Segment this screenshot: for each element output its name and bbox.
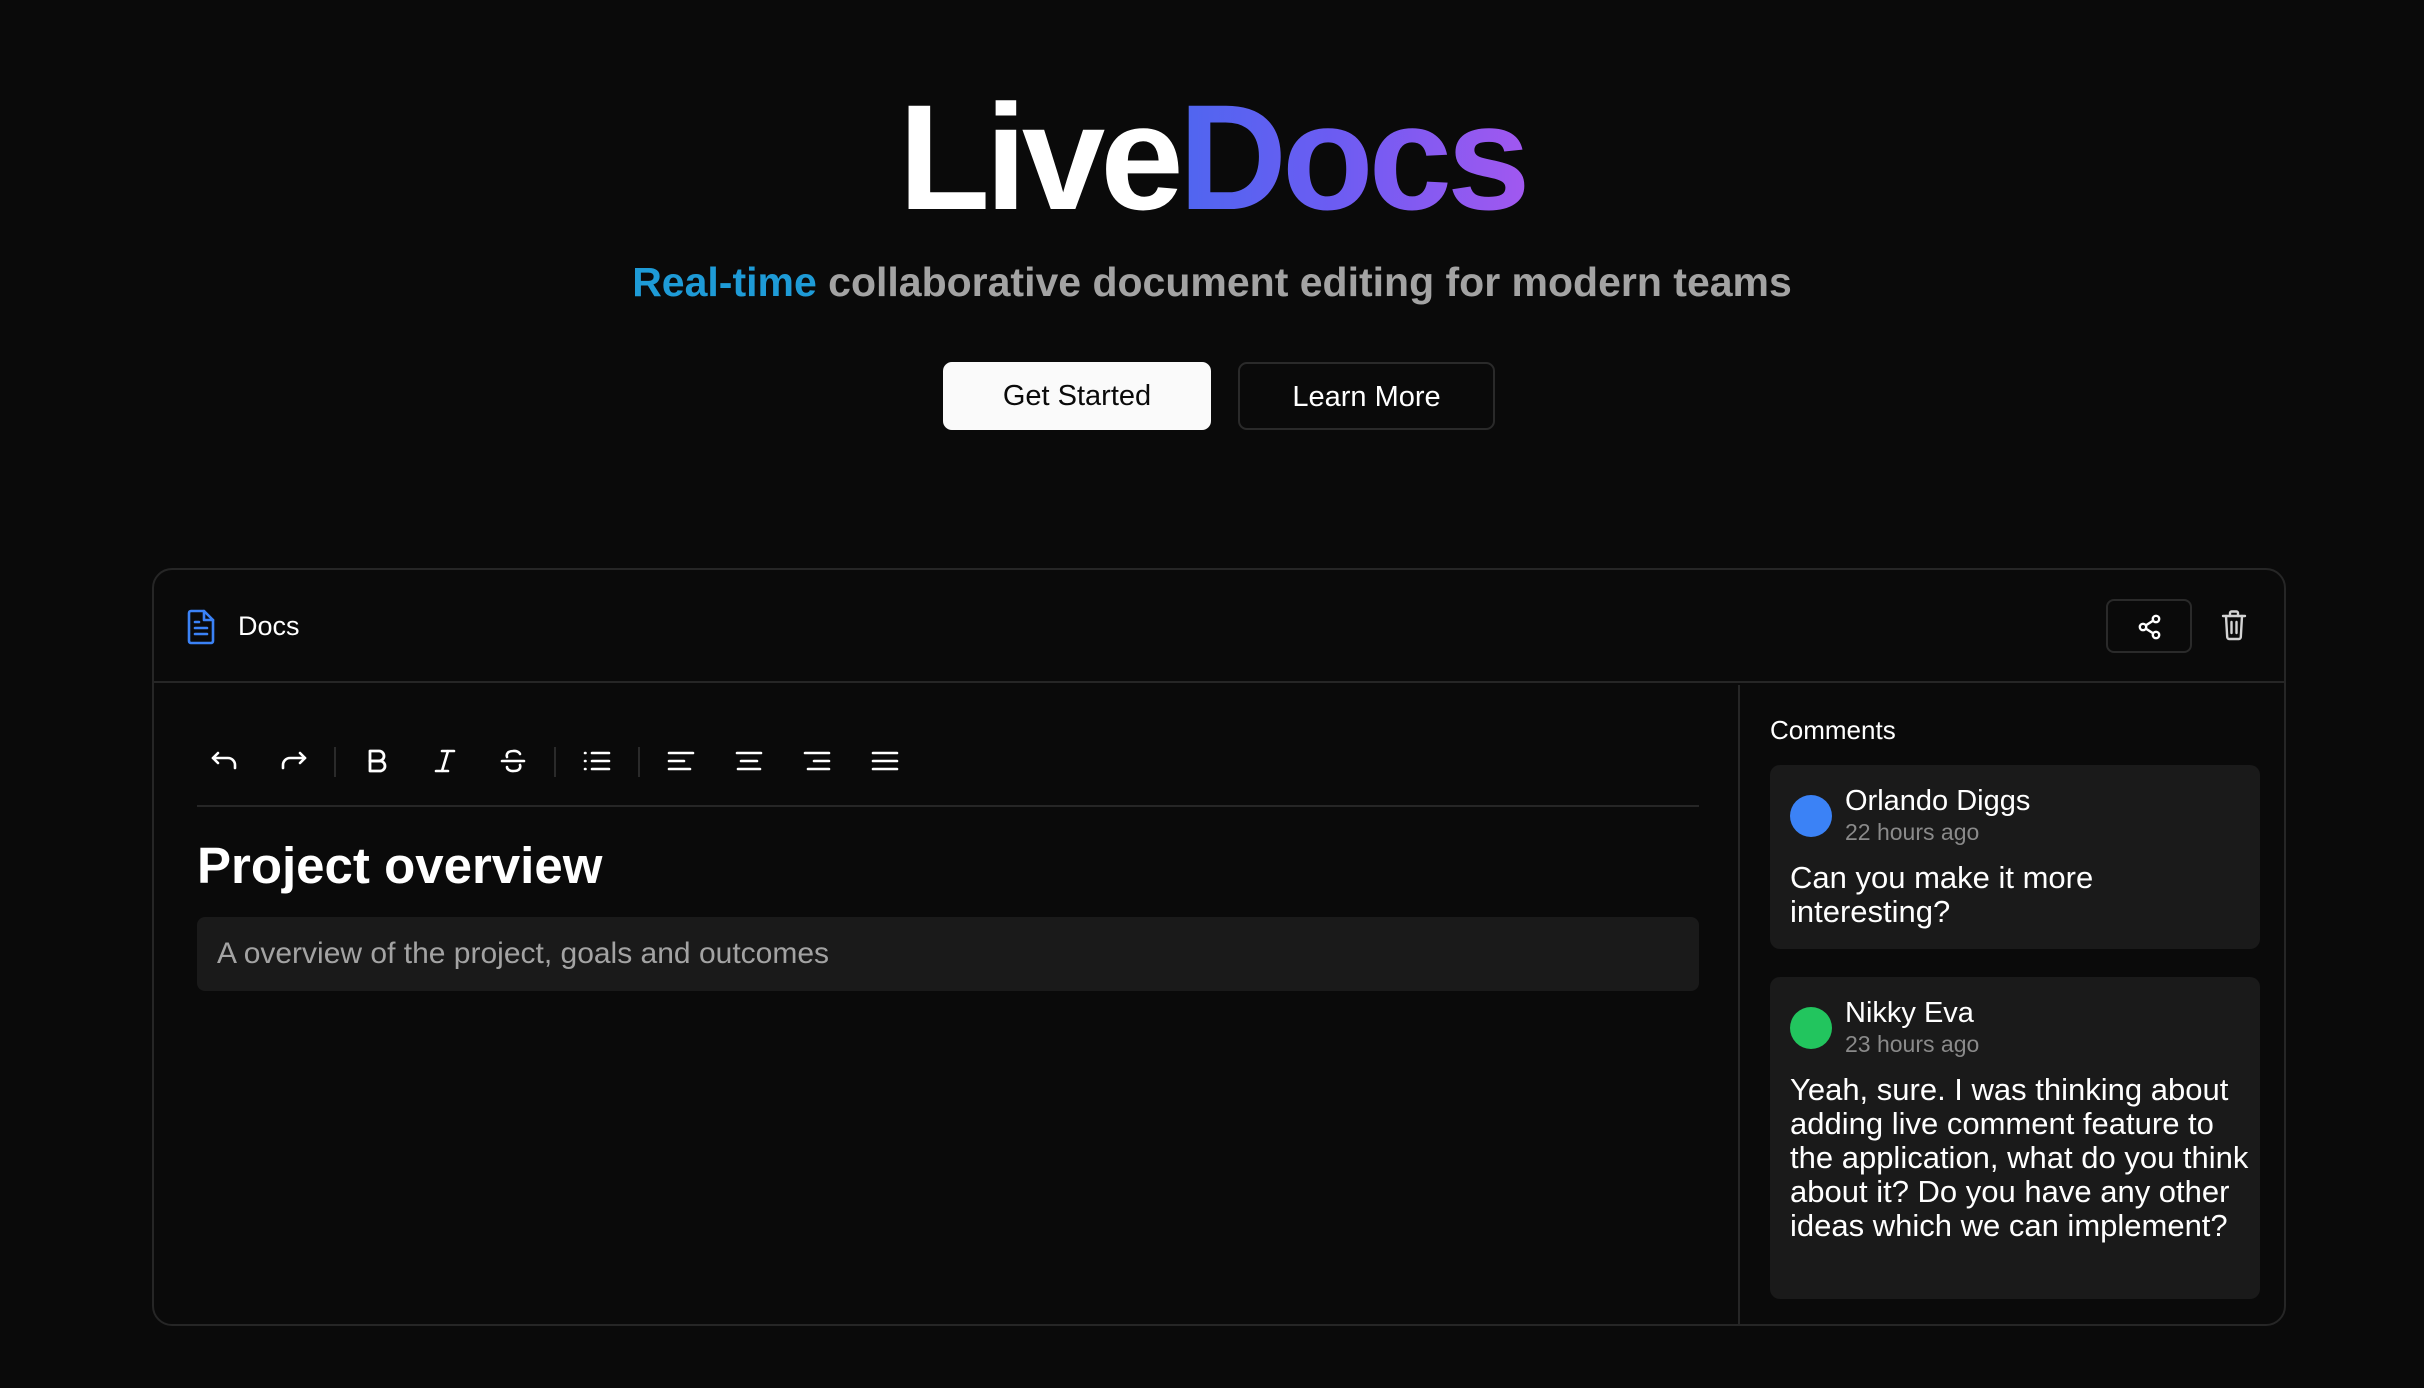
tagline-text: collaborative document editing for moder… — [816, 259, 1792, 305]
comment-author: Nikky Eva — [1845, 997, 1974, 1029]
strikethrough-icon[interactable] — [495, 743, 531, 779]
share-icon — [2138, 614, 2161, 640]
comment-text: Can you make it more interesting? — [1790, 860, 2094, 929]
comments-title: Comments — [1770, 715, 1896, 745]
share-button[interactable] — [2106, 599, 2192, 653]
comment-card: Orlando Diggs 22 hours ago Can you make … — [1770, 765, 2260, 949]
brand-logo: LiveDocs — [0, 72, 2424, 242]
get-started-button[interactable]: Get Started — [943, 362, 1211, 430]
comment-author: Orlando Diggs — [1845, 785, 2031, 817]
bullet-list-icon[interactable] — [579, 743, 615, 779]
brand-live: Live — [898, 73, 1184, 241]
align-right-icon[interactable] — [799, 743, 835, 779]
comment-timestamp: 23 hours ago — [1845, 1031, 1980, 1057]
trash-icon[interactable] — [2218, 608, 2250, 642]
tagline: Real-time collaborative document editing… — [0, 256, 2424, 308]
undo-icon[interactable] — [207, 743, 243, 779]
toolbar-divider — [334, 747, 336, 777]
redo-icon[interactable] — [275, 743, 311, 779]
align-center-icon[interactable] — [731, 743, 767, 779]
document-description-input[interactable] — [197, 917, 1699, 991]
italic-icon[interactable] — [427, 743, 463, 779]
panel-title: Docs — [238, 611, 300, 641]
align-left-icon[interactable] — [663, 743, 699, 779]
toolbar-divider — [554, 747, 556, 777]
brand-docs: Docs — [1178, 73, 1531, 241]
panel-header: Docs — [154, 570, 2284, 683]
avatar — [1790, 1007, 1832, 1049]
bold-icon[interactable] — [359, 743, 395, 779]
hero-section: LiveDocs Real-time collaborative documen… — [0, 0, 2424, 480]
comment-card: Nikky Eva 23 hours ago Yeah, sure. I was… — [1770, 977, 2260, 1299]
align-justify-icon[interactable] — [867, 743, 903, 779]
comment-timestamp: 22 hours ago — [1845, 819, 1980, 845]
tagline-accent: Real-time — [632, 259, 817, 305]
editor-area: Project overview — [154, 685, 1740, 1324]
comment-text: Yeah, sure. I was thinking about adding … — [1790, 1072, 2249, 1243]
avatar — [1790, 795, 1832, 837]
toolbar-divider — [638, 747, 640, 777]
file-text-icon — [185, 609, 217, 645]
document-heading[interactable]: Project overview — [197, 833, 602, 899]
document-panel: Docs Project overview A overview of the … — [152, 568, 2286, 1326]
comments-sidebar: Comments Orlando Diggs 22 hours ago Can … — [1742, 685, 2284, 1324]
formatting-toolbar — [197, 717, 1699, 807]
learn-more-button[interactable]: Learn More — [1238, 362, 1495, 430]
